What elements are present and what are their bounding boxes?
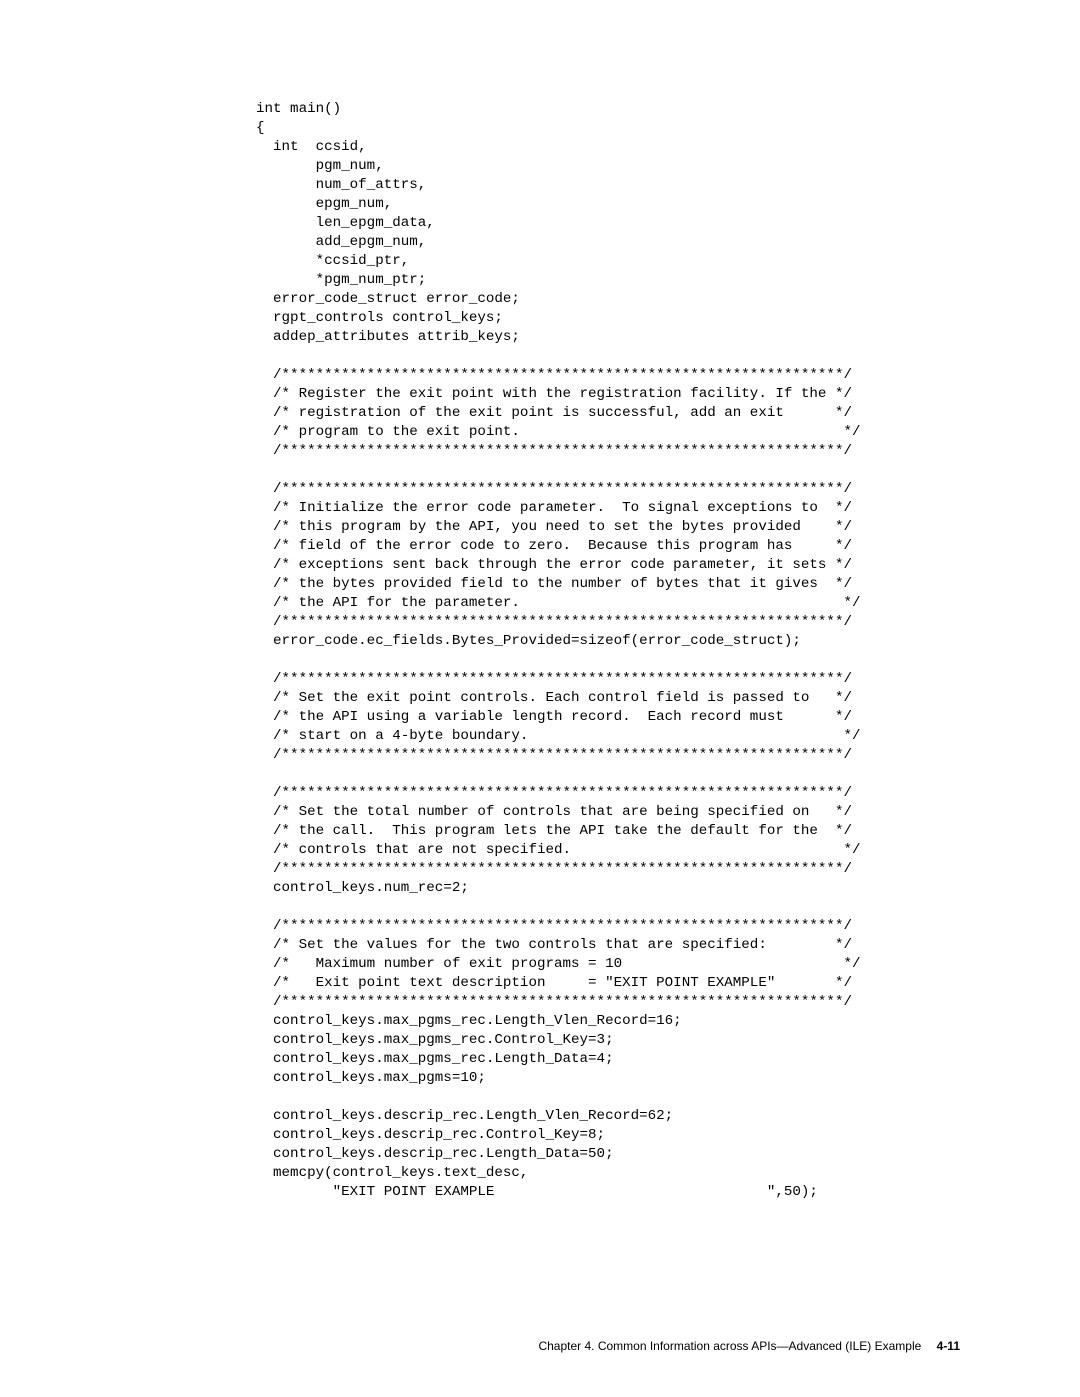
document-page: int main() { int ccsid, pgm_num, num_of_… — [0, 0, 1080, 1397]
code-listing: int main() { int ccsid, pgm_num, num_of_… — [256, 100, 960, 1202]
footer-page-number: 4-11 — [937, 1339, 960, 1353]
footer-chapter-text: Chapter 4. Common Information across API… — [538, 1339, 921, 1353]
page-footer: Chapter 4. Common Information across API… — [538, 1339, 960, 1353]
